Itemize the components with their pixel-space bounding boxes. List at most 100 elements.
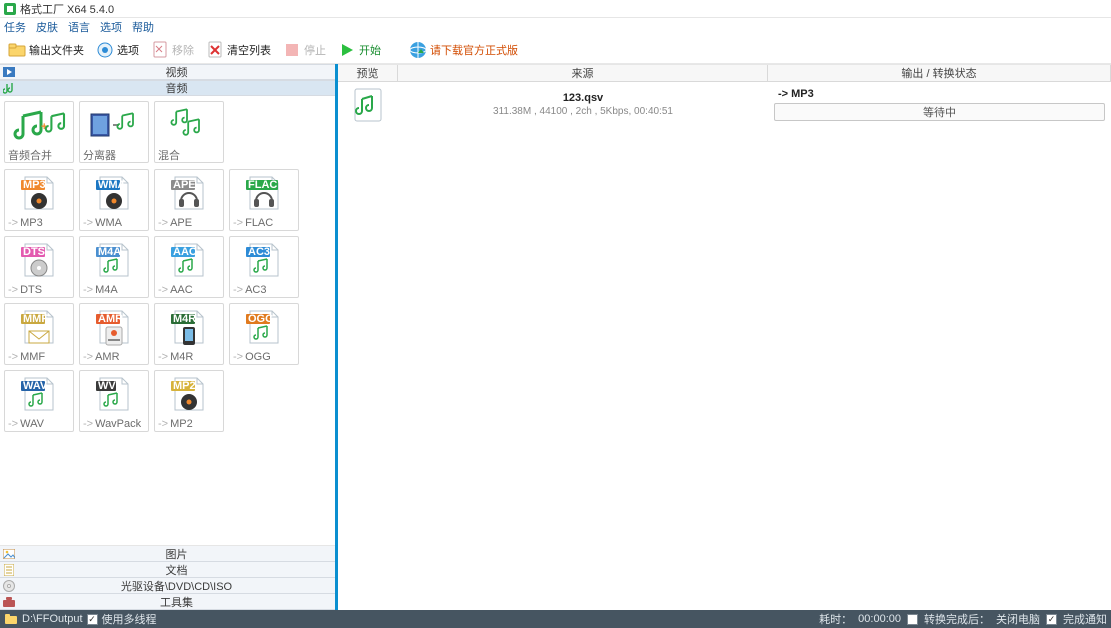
format-tile-mp2[interactable]: MP2->MP2 <box>154 370 224 432</box>
category-video-label: 视频 <box>18 64 335 80</box>
format-caption: M4R <box>170 351 193 363</box>
svg-text:WMA: WMA <box>98 179 126 191</box>
format-caption: APE <box>170 217 192 229</box>
arrow-icon: -> <box>8 217 18 229</box>
folder-icon <box>8 41 26 59</box>
format-caption: FLAC <box>245 217 273 229</box>
format-caption: AMR <box>95 351 119 363</box>
clear-list-button[interactable]: 清空列表 <box>202 39 275 61</box>
notify-label: 完成通知 <box>1063 611 1107 627</box>
format-tile-wma[interactable]: WMA->WMA <box>79 169 149 231</box>
format-tile-mmf[interactable]: MMF->MMF <box>4 303 74 365</box>
menu-bar: 任务 皮肤 语言 选项 帮助 <box>0 18 1111 36</box>
category-document[interactable]: 文档 <box>0 562 335 578</box>
category-audio[interactable]: 音频 <box>0 80 335 96</box>
folder-small-icon <box>4 613 18 625</box>
official-download-link[interactable]: 请下载官方正式版 <box>405 39 522 61</box>
format-caption: WavPack <box>95 418 141 430</box>
remove-label: 移除 <box>172 42 194 58</box>
format-tile-ape[interactable]: APE->APE <box>154 169 224 231</box>
remove-button[interactable]: 移除 <box>147 39 198 61</box>
format-caption: WAV <box>20 418 44 430</box>
arrow-icon: -> <box>8 418 18 430</box>
toolbox-icon <box>0 597 18 607</box>
output-path-label[interactable]: D:\FFOutput <box>22 613 83 625</box>
format-tile-m4r[interactable]: M4R->M4R <box>154 303 224 365</box>
format-caption: OGG <box>245 351 271 363</box>
format-tile-mp3[interactable]: MP3->MP3 <box>4 169 74 231</box>
clear-icon <box>206 41 224 59</box>
format-caption: MP2 <box>170 418 193 430</box>
svg-text:M4R: M4R <box>173 313 196 325</box>
svg-text:AC3: AC3 <box>248 246 270 258</box>
util-tile-0[interactable]: +音频合并 <box>4 101 74 163</box>
svg-text:AMR: AMR <box>98 313 123 325</box>
format-thumb-icon: MMF <box>5 304 73 350</box>
format-thumb-icon: APE <box>155 170 223 216</box>
task-row[interactable]: 123.qsv 311.38M , 44100 , 2ch , 5Kbps, 0… <box>338 82 1111 127</box>
col-preview[interactable]: 预览 <box>338 65 398 81</box>
svg-text:DTS: DTS <box>23 246 45 258</box>
category-picture[interactable]: 图片 <box>0 546 335 562</box>
format-tile-ac3[interactable]: AC3->AC3 <box>229 236 299 298</box>
format-thumb-icon: AMR <box>80 304 148 350</box>
format-tile-wav[interactable]: WAV->WAV <box>4 370 74 432</box>
category-disc-label: 光驱设备\DVD\CD\ISO <box>18 578 335 594</box>
format-caption: M4A <box>95 284 118 296</box>
category-audio-label: 音频 <box>18 80 335 96</box>
format-tile-wavpack[interactable]: WV->WavPack <box>79 370 149 432</box>
util-caption: 音频合并 <box>8 148 52 162</box>
util-tile-1[interactable]: 分离器 <box>79 101 149 163</box>
svg-text:APE: APE <box>173 179 196 191</box>
category-tools[interactable]: 工具集 <box>0 594 335 610</box>
start-button[interactable]: 开始 <box>334 39 385 61</box>
format-thumb-icon: AAC <box>155 237 223 283</box>
status-bar: D:\FFOutput ✓ 使用多线程 耗时： 00:00:00 转换完成后： … <box>0 610 1111 628</box>
util-tile-2[interactable]: 混合 <box>154 101 224 163</box>
arrow-icon: -> <box>83 418 93 430</box>
format-tile-m4a[interactable]: M4A->M4A <box>79 236 149 298</box>
format-tile-dts[interactable]: DTS->DTS <box>4 236 74 298</box>
output-folder-button[interactable]: 输出文件夹 <box>4 39 88 61</box>
menu-lang[interactable]: 语言 <box>68 19 90 35</box>
arrow-icon: -> <box>233 284 243 296</box>
menu-help[interactable]: 帮助 <box>132 19 154 35</box>
arrow-icon: -> <box>83 351 93 363</box>
category-video[interactable]: 视频 <box>0 64 335 80</box>
menu-options[interactable]: 选项 <box>100 19 122 35</box>
category-disc[interactable]: 光驱设备\DVD\CD\ISO <box>0 578 335 594</box>
util-thumb-icon <box>155 102 223 148</box>
app-logo-icon <box>4 3 16 15</box>
task-progress: 等待中 <box>774 103 1105 121</box>
format-tile-aac[interactable]: AAC->AAC <box>154 236 224 298</box>
afterdone-checkbox[interactable] <box>907 614 918 625</box>
shutdown-label: 关闭电脑 <box>996 611 1040 627</box>
format-tile-ogg[interactable]: OGG->OGG <box>229 303 299 365</box>
format-caption: AAC <box>170 284 193 296</box>
svg-text:AAC: AAC <box>173 246 197 258</box>
output-folder-label: 输出文件夹 <box>29 42 84 58</box>
arrow-icon: -> <box>158 217 168 229</box>
stop-button[interactable]: 停止 <box>279 39 330 61</box>
notify-checkbox[interactable]: ✓ <box>1046 614 1057 625</box>
format-thumb-icon: WAV <box>5 371 73 417</box>
format-thumb-icon: DTS <box>5 237 73 283</box>
col-source[interactable]: 来源 <box>398 65 768 81</box>
arrow-icon: -> <box>8 284 18 296</box>
format-caption: MP3 <box>20 217 43 229</box>
format-tile-flac[interactable]: FLAC->FLAC <box>229 169 299 231</box>
format-tile-amr[interactable]: AMR->AMR <box>79 303 149 365</box>
task-columns: 预览 来源 输出 / 转换状态 <box>338 64 1111 82</box>
multithread-checkbox[interactable]: ✓ <box>87 614 98 625</box>
svg-text:MP3: MP3 <box>23 179 46 191</box>
stop-label: 停止 <box>304 42 326 58</box>
options-button[interactable]: 选项 <box>92 39 143 61</box>
elapsed-label: 耗时： <box>819 611 852 627</box>
menu-skin[interactable]: 皮肤 <box>36 19 58 35</box>
arrow-icon: -> <box>8 351 18 363</box>
col-status[interactable]: 输出 / 转换状态 <box>768 65 1111 81</box>
video-icon <box>0 67 18 77</box>
menu-task[interactable]: 任务 <box>4 19 26 35</box>
stop-icon <box>283 41 301 59</box>
window-title: 格式工厂 X64 5.4.0 <box>20 1 114 17</box>
